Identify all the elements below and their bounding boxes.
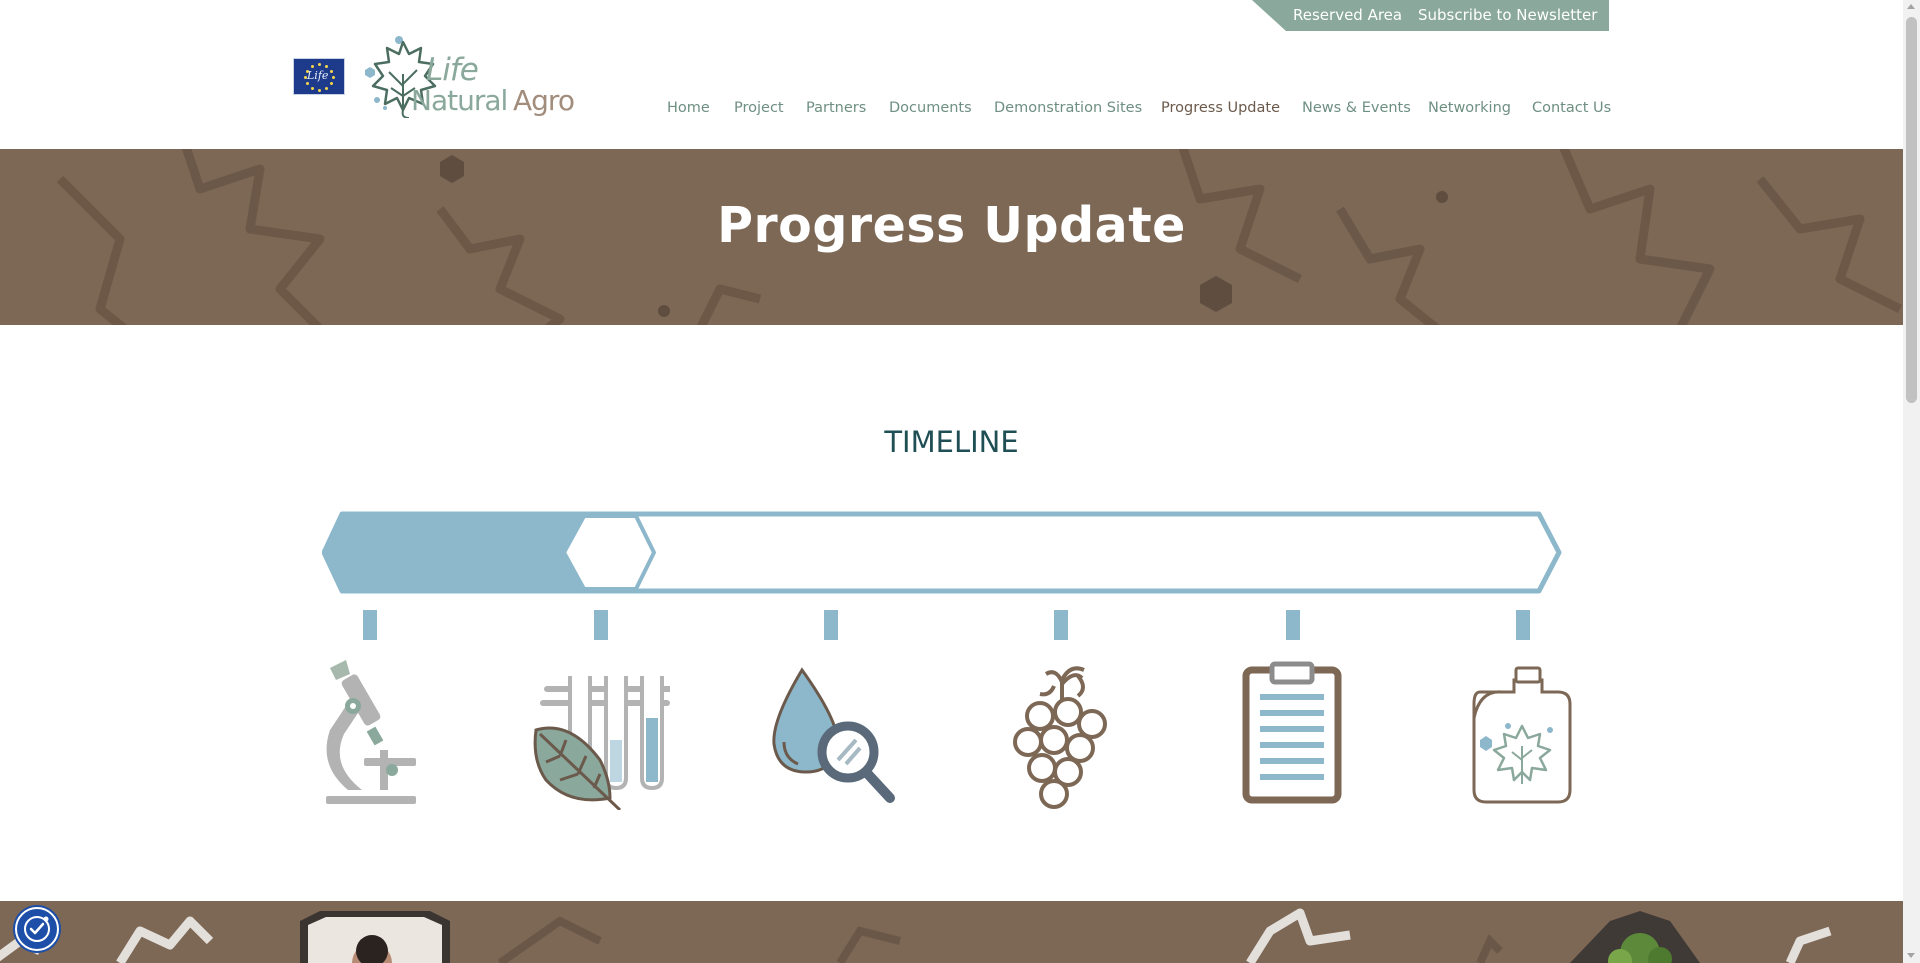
site-header: Reserved Area Subscribe to Newsletter Li… — [0, 0, 1903, 149]
timeline-progress-marker — [562, 514, 656, 591]
logo-life-text: Life — [426, 52, 479, 88]
nav-documents[interactable]: Documents — [889, 100, 972, 116]
reserved-area-link[interactable]: Reserved Area — [1293, 6, 1402, 24]
nav-demonstration-sites[interactable]: Demonstration Sites — [994, 100, 1142, 116]
nav-home[interactable]: Home — [667, 100, 710, 116]
microscope-icon — [326, 660, 416, 804]
bottom-leaf-pattern — [0, 908, 1832, 963]
nav-news-events[interactable]: News & Events — [1302, 100, 1411, 116]
nav-partners[interactable]: Partners — [806, 100, 866, 116]
nav-progress-update[interactable]: Progress Update — [1161, 100, 1280, 116]
nav-networking[interactable]: Networking — [1428, 100, 1511, 116]
nav-contact-us[interactable]: Contact Us — [1532, 100, 1611, 116]
accessibility-icon — [24, 916, 50, 942]
page-scrollbar[interactable] — [1903, 0, 1920, 963]
clipboard-icon — [1242, 661, 1342, 804]
bottom-section-band — [0, 901, 1903, 963]
timeline-tick-1 — [363, 610, 377, 640]
timeline-heading: TIMELINE — [884, 425, 1019, 459]
eu-flag-icon: Life — [293, 58, 345, 95]
timeline-tick-5 — [1286, 610, 1300, 640]
water-drop-magnifier-icon — [772, 667, 895, 803]
timeline-tick-4 — [1054, 610, 1068, 640]
subscribe-newsletter-link[interactable]: Subscribe to Newsletter — [1418, 6, 1597, 24]
scroll-up-arrow-icon[interactable] — [1907, 4, 1915, 9]
timeline-tick-2 — [594, 610, 608, 640]
timeline-tick-6 — [1516, 610, 1530, 640]
hero-banner: Progress Update — [0, 149, 1903, 325]
grapes-icon — [1013, 666, 1107, 809]
timeline-tick-3 — [824, 610, 838, 640]
nav-project[interactable]: Project — [734, 100, 784, 116]
page-title: Progress Update — [717, 197, 1186, 254]
main-navigation: Home Project Partners Documents Demonstr… — [0, 100, 1903, 120]
timeline-progress-bar — [322, 511, 1562, 594]
scroll-down-arrow-icon[interactable] — [1907, 953, 1915, 958]
leaf-test-tubes-icon — [533, 676, 670, 810]
scrollbar-thumb[interactable] — [1906, 17, 1917, 403]
accessibility-button[interactable] — [15, 907, 59, 951]
canister-leaf-icon — [1472, 666, 1572, 804]
eu-life-text: Life — [307, 69, 329, 82]
